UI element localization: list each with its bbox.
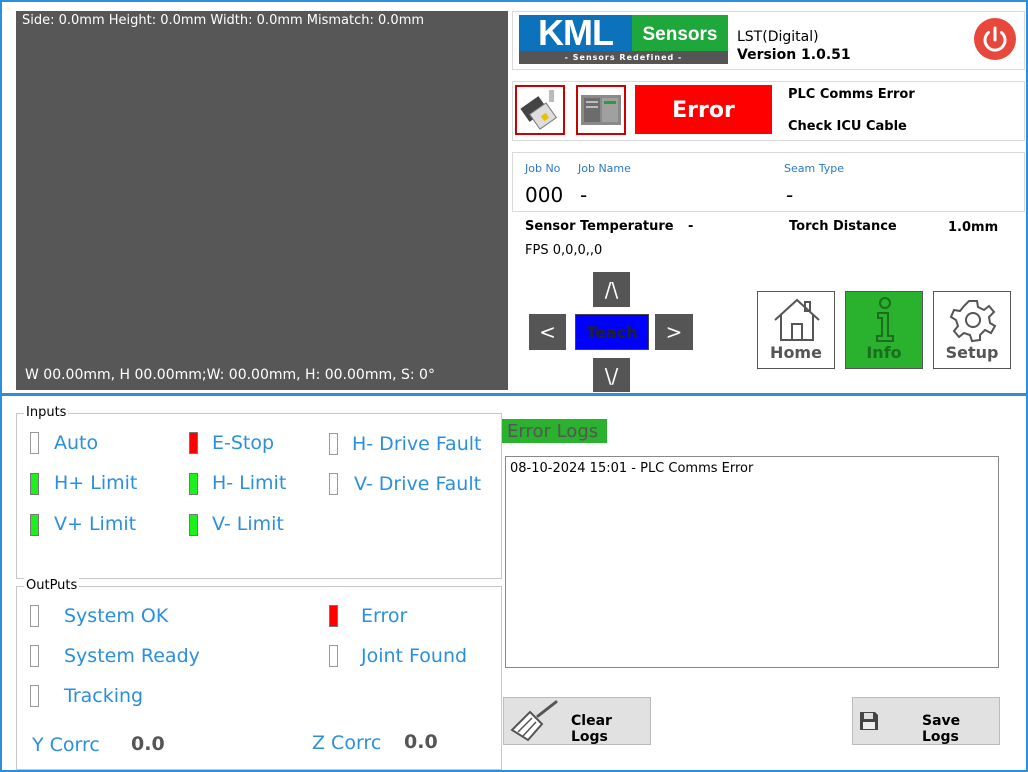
- v-plus-limit-led: [30, 514, 39, 536]
- error-led: [329, 605, 338, 627]
- save-icon: [860, 712, 878, 730]
- clear-logs-label: Clear Logs: [571, 713, 612, 745]
- tracking-led: [30, 685, 39, 707]
- error-message: PLC Comms Error: [788, 87, 915, 102]
- dimension-readout: W 00.00mm, H 00.00mm;W: 00.00mm, H: 00.0…: [25, 367, 435, 383]
- sensor-temperature-label: Sensor Temperature: [525, 219, 674, 234]
- system-ready-led: [30, 645, 39, 667]
- app-version: Version 1.0.51: [737, 47, 851, 63]
- jog-right-button[interactable]: >: [655, 314, 693, 350]
- setup-button[interactable]: Setup: [933, 291, 1011, 369]
- output-system-ready: System Ready: [64, 645, 200, 667]
- y-correction-label: Y Corrc: [32, 734, 100, 756]
- job-name-label: Job Name: [578, 162, 631, 175]
- log-entry: 08-10-2024 15:01 - PLC Comms Error: [510, 461, 754, 476]
- fps-readout: FPS 0,0,0,,0: [525, 243, 603, 258]
- error-log-list[interactable]: 08-10-2024 15:01 - PLC Comms Error: [505, 456, 999, 668]
- kml-logo: KML Sensors - Sensors Redefined -: [519, 15, 728, 64]
- seam-type-value: -: [786, 183, 794, 207]
- torch-distance-label: Torch Distance: [789, 219, 897, 234]
- job-panel: [512, 152, 1025, 212]
- z-correction-label: Z Corrc: [312, 732, 382, 754]
- broom-icon: [510, 700, 558, 742]
- jog-down-button[interactable]: \/: [593, 358, 630, 392]
- measurement-readout: Side: 0.0mm Height: 0.0mm Width: 0.0mm M…: [22, 13, 425, 28]
- gear-icon: [949, 300, 997, 343]
- home-icon: [774, 298, 820, 341]
- job-name-value: -: [580, 183, 588, 207]
- app-name: LST(Digital): [737, 29, 819, 45]
- output-system-ok: System OK: [64, 605, 169, 627]
- jog-left-button[interactable]: <: [529, 314, 566, 350]
- camera-view: Side: 0.0mm Height: 0.0mm Width: 0.0mm M…: [16, 11, 508, 390]
- error-logs-title: Error Logs: [502, 419, 607, 443]
- home-label: Home: [770, 343, 822, 362]
- home-button[interactable]: Home: [757, 291, 835, 369]
- info-icon: [876, 297, 894, 342]
- sensor-temperature-value: -: [688, 219, 694, 234]
- input-v-plus-limit: V+ Limit: [54, 513, 137, 535]
- h-plus-limit-led: [30, 473, 39, 495]
- sensor-head-icon: [520, 90, 558, 130]
- power-button[interactable]: [974, 18, 1016, 60]
- info-label: Info: [866, 343, 902, 362]
- auto-led: [30, 432, 39, 454]
- jog-up-button[interactable]: /\: [593, 272, 630, 307]
- v-drive-fault-led: [329, 473, 338, 495]
- logo-sensors-text: Sensors: [632, 15, 728, 51]
- input-h-plus-limit: H+ Limit: [54, 472, 138, 494]
- estop-led: [189, 432, 198, 454]
- input-v-minus-limit: V- Limit: [212, 513, 284, 535]
- job-no-value: 000: [525, 183, 564, 207]
- torch-distance-value: 1.0mm: [948, 220, 999, 235]
- outputs-title: OutPuts: [24, 578, 80, 593]
- job-no-label: Job No: [525, 162, 561, 175]
- input-h-drive-fault: H- Drive Fault: [352, 433, 482, 455]
- output-error: Error: [361, 605, 408, 627]
- save-logs-label: Save Logs: [922, 713, 961, 745]
- power-icon: [983, 26, 1007, 52]
- output-tracking: Tracking: [64, 685, 144, 707]
- v-minus-limit-led: [189, 514, 198, 536]
- y-correction-value: 0.0: [131, 733, 165, 755]
- info-button[interactable]: Info: [845, 291, 923, 369]
- input-v-drive-fault: V- Drive Fault: [354, 473, 482, 495]
- section-divider: [0, 393, 1028, 396]
- joint-found-led: [329, 645, 338, 667]
- error-hint: Check ICU Cable: [788, 119, 907, 134]
- logo-tagline: - Sensors Redefined -: [519, 51, 728, 64]
- clear-logs-button[interactable]: Clear Logs: [503, 697, 651, 745]
- seam-type-label: Seam Type: [784, 162, 844, 175]
- input-auto: Auto: [54, 432, 99, 454]
- sensor-status-button[interactable]: [515, 85, 565, 135]
- logo-kml-text: KML: [519, 15, 632, 51]
- setup-label: Setup: [945, 343, 999, 362]
- z-correction-value: 0.0: [404, 731, 438, 753]
- system-ok-led: [30, 605, 39, 627]
- teach-button[interactable]: Teach: [575, 314, 649, 350]
- input-h-minus-limit: H- Limit: [212, 472, 287, 494]
- h-drive-fault-led: [329, 433, 338, 455]
- h-minus-limit-led: [189, 473, 198, 495]
- save-logs-button[interactable]: Save Logs: [852, 697, 1000, 745]
- input-estop: E-Stop: [212, 432, 275, 454]
- plc-status-button[interactable]: [576, 85, 626, 135]
- output-joint-found: Joint Found: [361, 645, 468, 667]
- error-status-indicator: Error: [635, 85, 772, 134]
- plc-module-icon: [581, 95, 621, 125]
- inputs-title: Inputs: [24, 405, 69, 420]
